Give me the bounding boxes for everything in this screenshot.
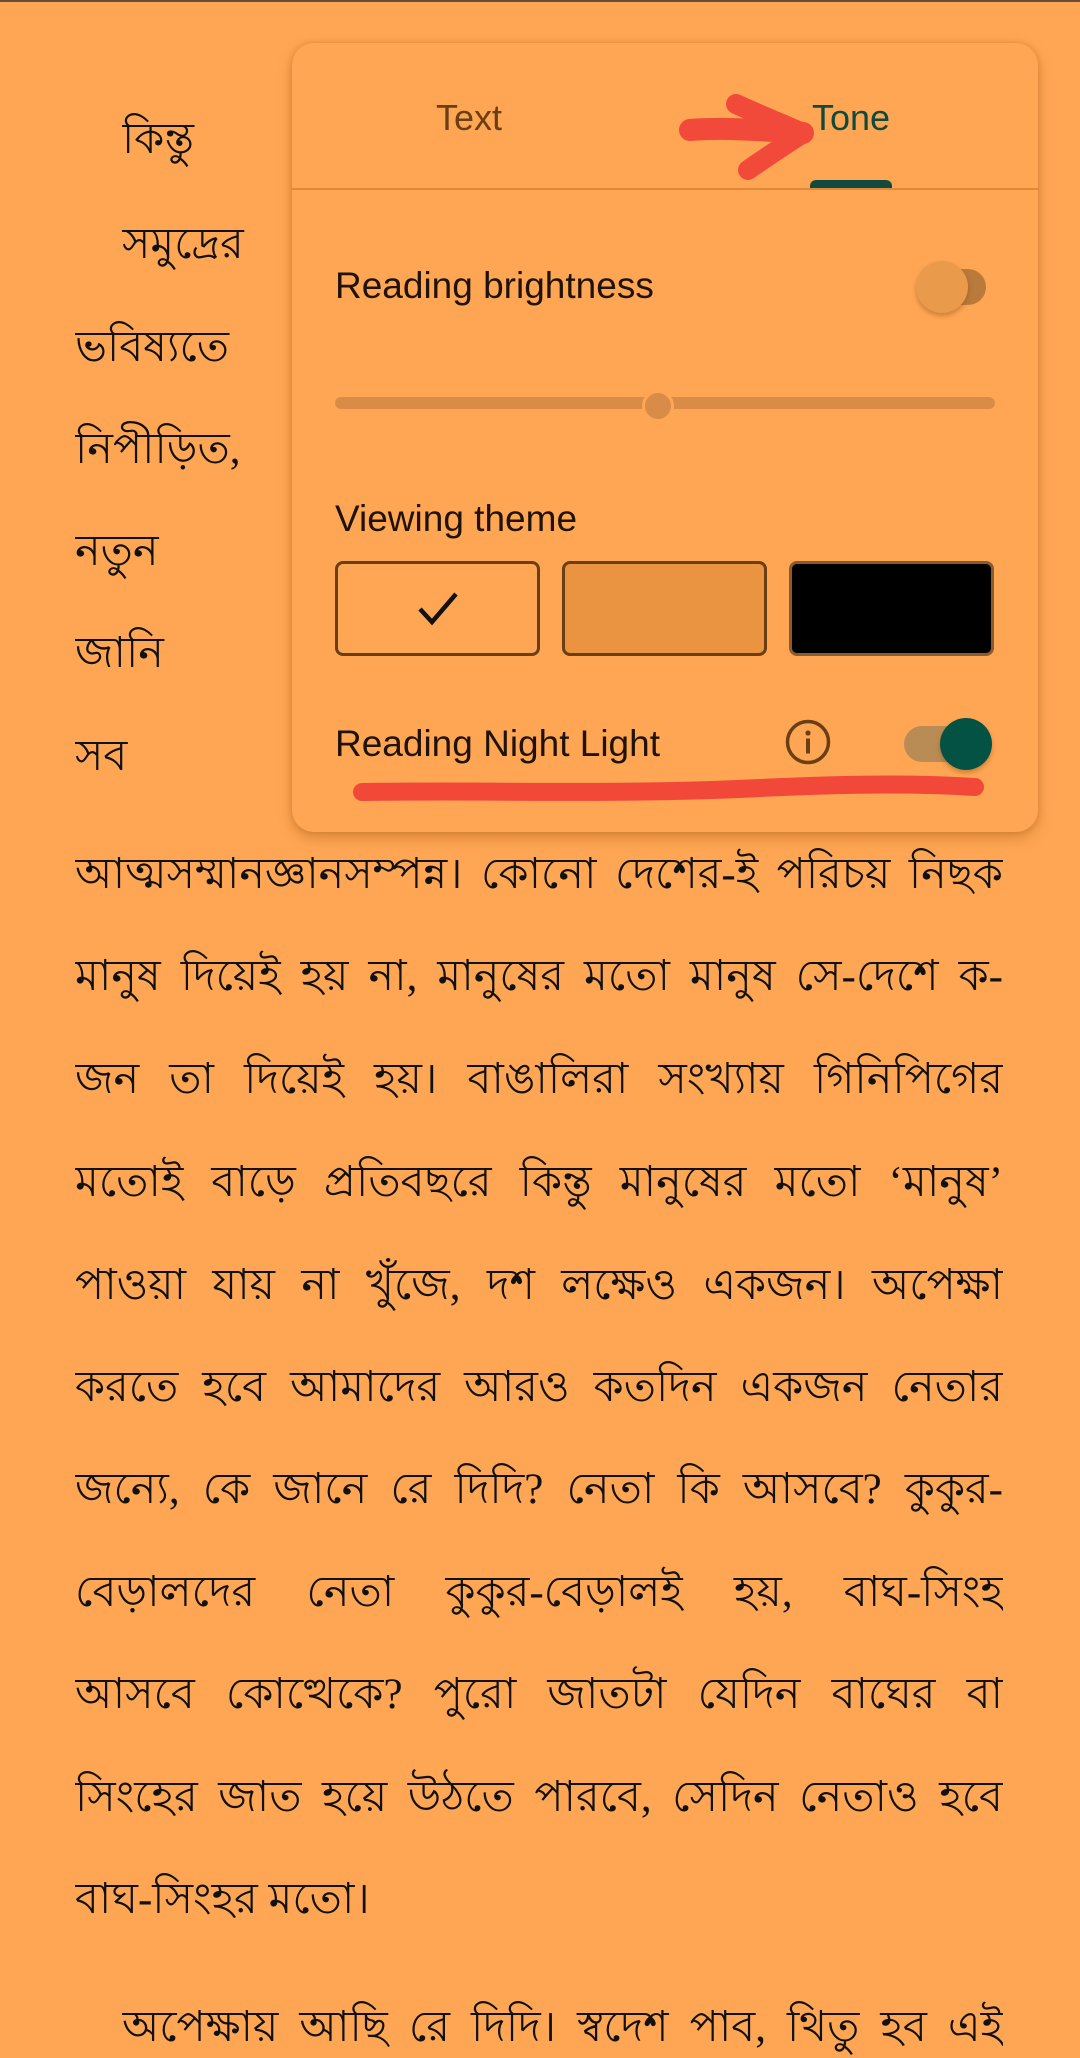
text-line: বেড়ালদের নেতা কুকুর-বেড়ালই হয়, বাঘ-সি…	[75, 1569, 1003, 1616]
text-line: আত্মসম্মানজ্ঞানসম্পন্ন। কোনো দেশের-ই পরি…	[75, 851, 1003, 898]
text-line: পাওয়া যায় না খুঁজে, দশ লক্ষেও একজন। অপ…	[75, 1262, 1003, 1309]
display-settings-panel: Text Tone Reading brightness Viewing the…	[292, 43, 1038, 832]
settings-tabs: Text Tone	[292, 43, 1038, 188]
tabs-divider	[292, 188, 1038, 190]
text-line: করতে হবে আমাদের আরও কতদিন একজন নেতার	[75, 1364, 1003, 1411]
text-line: বাঘ-সিংহর মতো।	[75, 1876, 370, 1923]
reading-night-light-toggle[interactable]	[904, 718, 992, 770]
viewing-theme-label: Viewing theme	[335, 498, 578, 539]
check-icon	[418, 592, 458, 626]
text-line: জন তা দিয়েই হয়। বাঙালিরা সংখ্যায় গিনি…	[75, 1056, 1003, 1103]
theme-option-dark[interactable]	[789, 561, 994, 656]
text-line: মানুষ দিয়েই হয় না, মানুষের মতো মানুষ স…	[75, 953, 1003, 1000]
reading-brightness-label: Reading brightness	[335, 265, 654, 306]
text-line: অপেক্ষায় আছি রে দিদি। স্বদেশ পাব, থিতু …	[122, 2004, 1003, 2051]
toggle-thumb	[916, 261, 968, 313]
toggle-thumb	[940, 718, 992, 770]
info-icon[interactable]	[785, 719, 831, 765]
tab-tone[interactable]: Tone	[751, 93, 951, 143]
text-line: জন্যে, কে জানে রে দিদি? নেতা কি আসবে? কু…	[75, 1466, 1003, 1513]
brightness-slider[interactable]	[335, 388, 995, 422]
reading-night-light-label: Reading Night Light	[335, 723, 660, 764]
text-line: আসবে কোত্থেকে? পুরো জাতটা যেদিন বাঘের বা	[75, 1671, 1003, 1718]
selected-tab-indicator	[810, 180, 892, 188]
text-line: সিংহের জাত হয়ে উঠতে পারবে, সেদিন নেতাও …	[75, 1774, 1003, 1821]
theme-options	[335, 561, 995, 656]
tab-text[interactable]: Text	[369, 93, 569, 143]
theme-option-sepia[interactable]	[562, 561, 767, 656]
reading-brightness-toggle[interactable]	[916, 261, 986, 313]
theme-option-light[interactable]	[335, 561, 540, 656]
slider-thumb[interactable]	[642, 390, 675, 422]
text-line: মতোই বাড়ে প্রতিবছরে কিন্তু মানুষের মতো …	[75, 1159, 1003, 1206]
